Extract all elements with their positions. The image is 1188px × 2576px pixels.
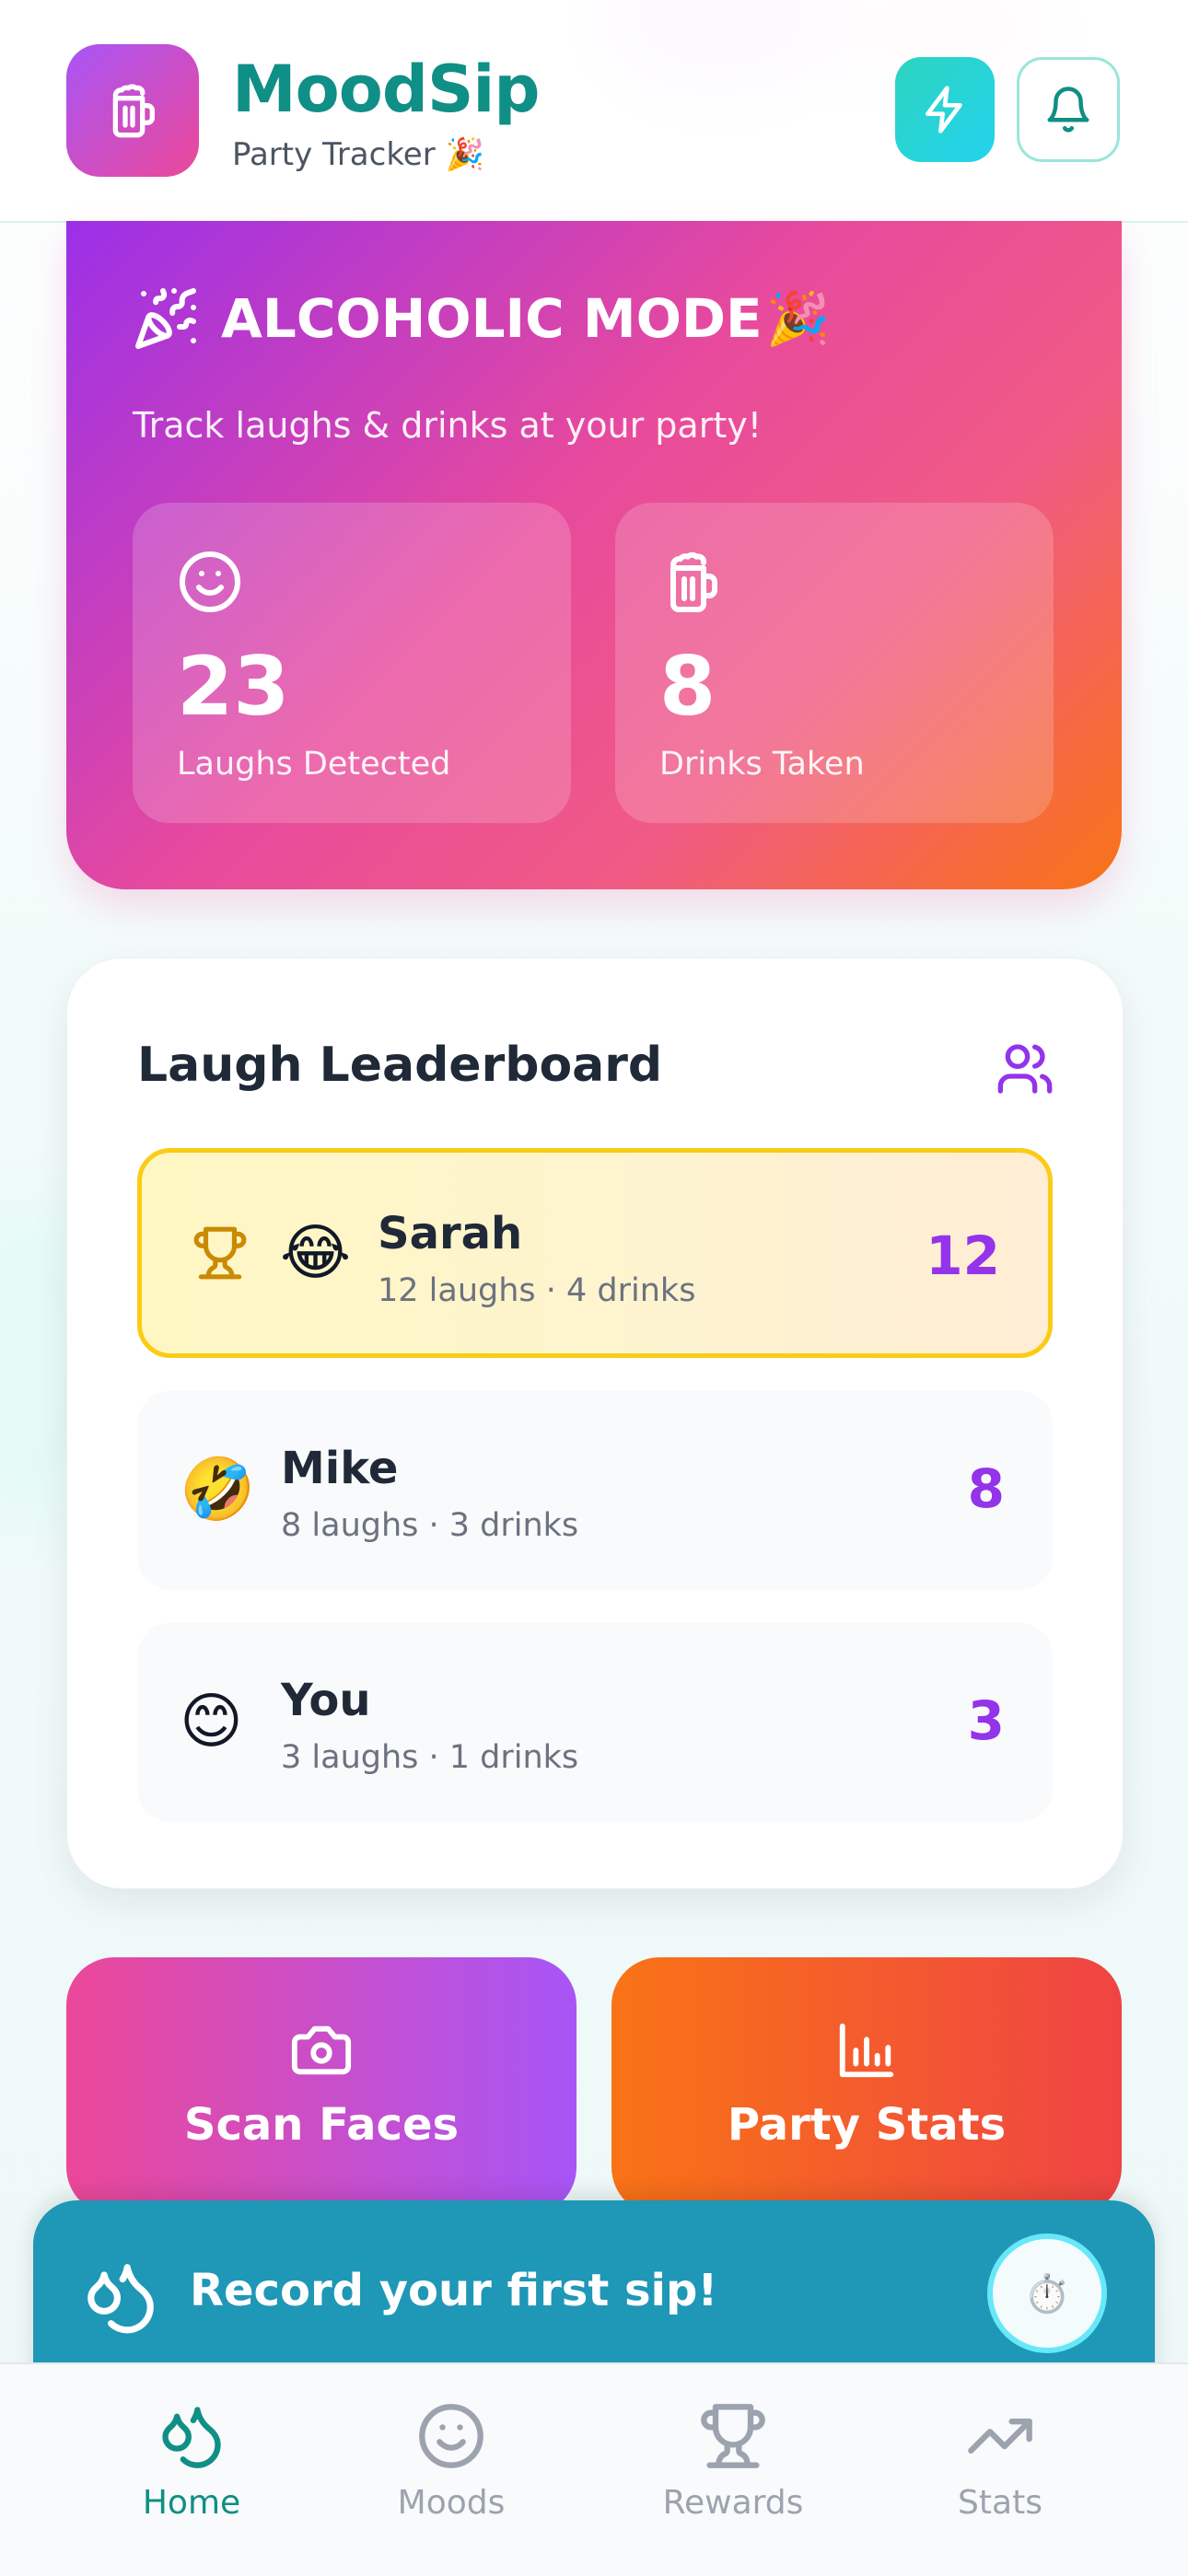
nav-rewards[interactable]: Rewards — [632, 2401, 834, 2522]
app-title: MoodSip — [232, 52, 540, 127]
leaderboard-title: Laugh Leaderboard — [137, 1038, 663, 1093]
quick-action-button[interactable] — [895, 57, 995, 162]
party-stats-label: Party Stats — [727, 2099, 1007, 2151]
app-logo — [66, 44, 199, 177]
hero-title: ALCOHOLIC MODE — [221, 287, 763, 350]
player-details: 3 laughs · 1 drinks — [281, 1739, 579, 1776]
nav-home-label: Home — [142, 2484, 241, 2522]
stopwatch-icon: ⏱️ — [1024, 2272, 1070, 2315]
nav-moods[interactable]: Moods — [350, 2401, 553, 2522]
drinks-label: Drinks Taken — [659, 746, 865, 783]
laughs-count: 23 — [177, 639, 290, 734]
leaderboard-row[interactable]: 😂 Sarah 12 laughs · 4 drinks 12 — [137, 1148, 1053, 1358]
scan-faces-label: Scan Faces — [183, 2099, 460, 2151]
alcoholic-mode-card: ALCOHOLIC MODE 🎉 Track laughs & drinks a… — [66, 221, 1122, 889]
timer-button[interactable]: ⏱️ — [987, 2234, 1107, 2353]
notifications-button[interactable] — [1017, 57, 1120, 162]
droplets-icon — [87, 2264, 154, 2334]
player-name: Mike — [281, 1443, 399, 1494]
player-emoji: 🤣 — [180, 1454, 256, 1525]
beer-mug-icon — [670, 551, 717, 612]
hero-description: Track laughs & drinks at your party! — [133, 405, 762, 446]
drinks-stat-card: 8 Drinks Taken — [615, 503, 1054, 823]
camera-icon — [291, 2025, 352, 2075]
trophy-icon — [193, 1226, 247, 1280]
record-sip-label: Record your first sip! — [190, 2265, 718, 2316]
laugh-leaderboard-card: Laugh Leaderboard 😂 Sarah 12 laughs · 4 … — [66, 957, 1124, 1889]
player-details: 12 laughs · 4 drinks — [378, 1272, 696, 1309]
smile-icon — [419, 2404, 483, 2468]
player-emoji: 😂 — [280, 1217, 352, 1288]
nav-rewards-label: Rewards — [662, 2484, 804, 2522]
users-icon[interactable] — [996, 1039, 1054, 1098]
player-score: 8 — [967, 1457, 1005, 1520]
hero-title-row: ALCOHOLIC MODE 🎉 — [133, 285, 830, 352]
nav-home[interactable]: Home — [90, 2401, 293, 2522]
bar-chart-icon — [839, 2023, 894, 2078]
laughs-label: Laughs Detected — [177, 746, 451, 783]
lightning-bolt-icon — [926, 86, 962, 133]
party-popper-icon — [135, 288, 197, 349]
leaderboard-row[interactable]: 😊 You 3 laughs · 1 drinks 3 — [137, 1623, 1053, 1822]
player-name: You — [281, 1675, 371, 1726]
bell-icon — [1047, 87, 1089, 133]
player-name: Sarah — [378, 1208, 523, 1259]
player-score: 3 — [967, 1689, 1005, 1752]
player-details: 8 laughs · 3 drinks — [281, 1507, 579, 1544]
hero-title-emoji: 🎉 — [765, 289, 831, 349]
nav-stats-label: Stats — [958, 2484, 1042, 2522]
trophy-icon — [701, 2404, 765, 2468]
drinks-count: 8 — [659, 639, 716, 734]
nav-stats[interactable]: Stats — [899, 2401, 1101, 2522]
trending-up-icon — [968, 2419, 1032, 2454]
app-header: MoodSip Party Tracker 🎉 — [0, 0, 1188, 223]
scan-faces-button[interactable]: Scan Faces — [66, 1957, 577, 2215]
beer-mug-icon — [112, 84, 155, 138]
player-emoji: 😊 — [180, 1686, 243, 1757]
bottom-navigation: Home Moods Rewards Stats — [0, 2362, 1188, 2576]
leaderboard-row[interactable]: 🤣 Mike 8 laughs · 3 drinks 8 — [137, 1391, 1053, 1590]
laughs-stat-card: 23 Laughs Detected — [133, 503, 571, 823]
player-score: 12 — [926, 1224, 1000, 1287]
party-stats-button[interactable]: Party Stats — [611, 1957, 1122, 2215]
app-subtitle: Party Tracker 🎉 — [232, 136, 484, 173]
nav-moods-label: Moods — [397, 2484, 506, 2522]
droplets-icon — [162, 2407, 221, 2468]
smile-icon — [180, 551, 240, 612]
